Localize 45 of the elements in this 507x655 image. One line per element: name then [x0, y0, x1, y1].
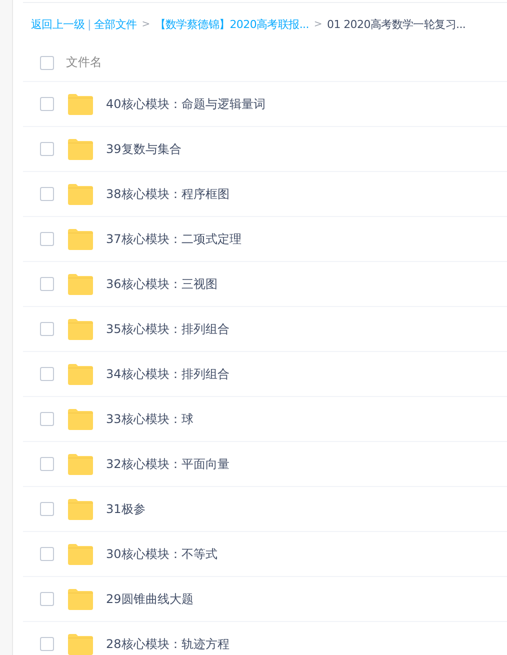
folder-name[interactable]: 28核心模块：轨迹方程 [106, 636, 230, 652]
row-checkbox[interactable] [40, 457, 54, 471]
separator: | [88, 18, 91, 30]
folder-icon [67, 364, 93, 384]
folder-icon [67, 634, 93, 654]
row-checkbox[interactable] [40, 367, 54, 381]
select-all-checkbox[interactable] [40, 56, 54, 70]
breadcrumb-current[interactable]: 01 2020高考数学一轮复习... [327, 16, 466, 32]
chevron: > [142, 18, 150, 30]
folder-name[interactable]: 36核心模块：三视图 [106, 276, 218, 292]
folder-name[interactable]: 40核心模块：命题与逻辑量词 [106, 96, 266, 112]
row-checkbox[interactable] [40, 277, 54, 291]
row-checkbox[interactable] [40, 232, 54, 246]
folder-name[interactable]: 33核心模块：球 [106, 410, 194, 428]
row-checkbox[interactable] [40, 322, 54, 336]
folder-name[interactable]: 29圆锥曲线大题 [106, 590, 194, 608]
folder-name[interactable]: 38核心模块：程序框图 [106, 186, 230, 202]
folder-name[interactable]: 31极参 [106, 500, 146, 518]
folder-name[interactable]: 35核心模块：排列组合 [106, 320, 230, 338]
folder-name[interactable]: 39复数与集合 [106, 140, 182, 158]
row-checkbox[interactable] [40, 97, 54, 111]
folder-icon [67, 94, 93, 114]
folder-icon [67, 138, 93, 160]
folder-icon [67, 408, 93, 430]
folder-icon [67, 274, 93, 294]
folder-icon [67, 184, 93, 204]
row-checkbox[interactable] [40, 592, 54, 606]
folder-icon [67, 544, 93, 564]
row-checkbox[interactable] [40, 637, 54, 651]
folder-name[interactable]: 34核心模块：排列组合 [106, 366, 230, 382]
folder-icon [67, 588, 93, 610]
chevron: > [314, 18, 322, 30]
row-checkbox[interactable] [40, 187, 54, 201]
row-checkbox[interactable] [40, 412, 54, 426]
folder-icon [67, 228, 93, 250]
folder-icon [67, 498, 93, 520]
folder-icon [67, 318, 93, 340]
column-header: 文件名 [66, 54, 102, 71]
row-checkbox[interactable] [40, 502, 54, 516]
row-checkbox[interactable] [40, 547, 54, 561]
folder-name[interactable]: 30核心模块：不等式 [106, 546, 218, 562]
folder-name[interactable]: 32核心模块：平面向量 [106, 456, 230, 472]
row-checkbox[interactable] [40, 142, 54, 156]
folder-name[interactable]: 37核心模块：二项式定理 [106, 230, 242, 248]
folder-icon [67, 454, 93, 474]
